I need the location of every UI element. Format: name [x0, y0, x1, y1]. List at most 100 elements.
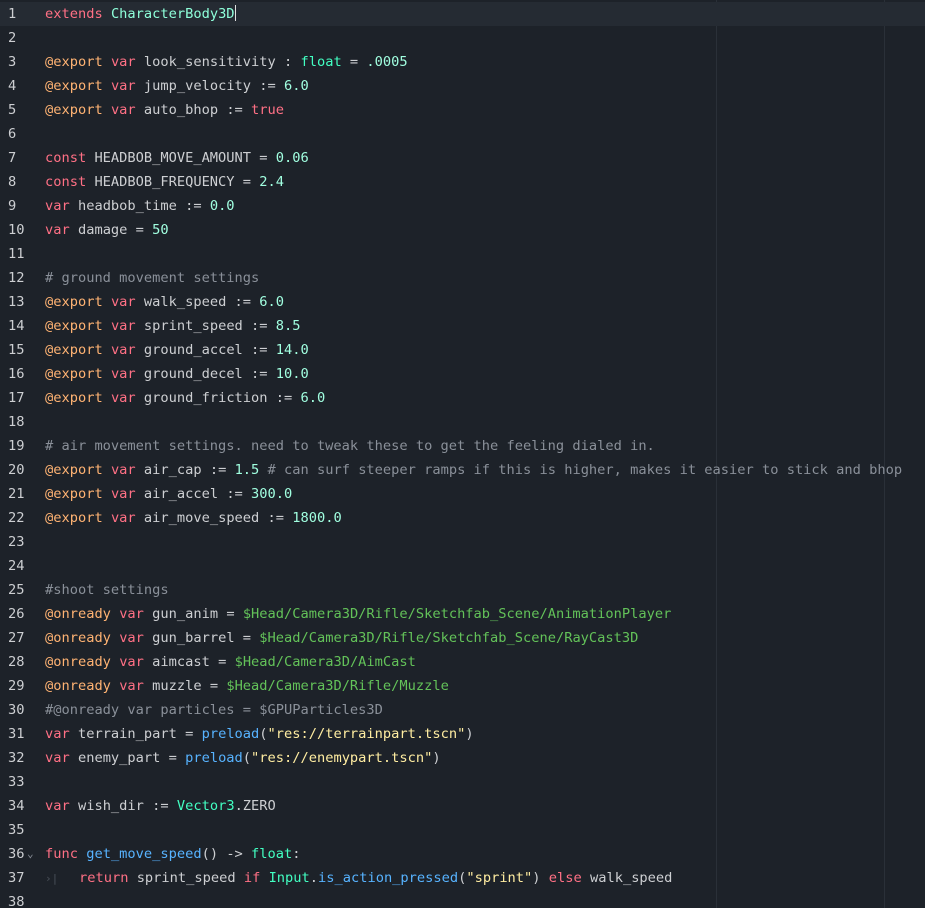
line-number[interactable]: 26 — [0, 602, 32, 626]
code-text[interactable]: @export var look_sensitivity : float = .… — [45, 50, 408, 74]
code-text[interactable]: var damage = 50 — [45, 218, 169, 242]
line-number[interactable]: 28 — [0, 650, 32, 674]
line-number[interactable]: 6 — [0, 122, 32, 146]
code-line[interactable]: 18 — [0, 410, 925, 434]
chevron-down-icon[interactable]: ⌄ — [27, 842, 39, 866]
code-text[interactable]: # air movement settings. need to tweak t… — [45, 434, 655, 458]
code-line[interactable]: 21 @export var air_accel := 300.0 — [0, 482, 925, 506]
line-number[interactable]: 7 — [0, 146, 32, 170]
code-line[interactable]: 24 — [0, 554, 925, 578]
code-text[interactable]: @onready var gun_barrel = $Head/Camera3D… — [45, 626, 638, 650]
line-number[interactable]: 12 — [0, 266, 32, 290]
code-line[interactable]: 7 const HEADBOB_MOVE_AMOUNT = 0.06 — [0, 146, 925, 170]
code-line[interactable]: 3 @export var look_sensitivity : float = … — [0, 50, 925, 74]
code-editor[interactable]: 1 extends CharacterBody3D 2 3 @export var lo… — [0, 0, 925, 908]
line-number[interactable]: 27 — [0, 626, 32, 650]
line-number[interactable]: 13 — [0, 290, 32, 314]
code-text[interactable]: @export var air_move_speed := 1800.0 — [45, 506, 342, 530]
code-text[interactable]: @onready var muzzle = $Head/Camera3D/Rif… — [45, 674, 449, 698]
code-line[interactable]: 20 @export var air_cap := 1.5 # can surf … — [0, 458, 925, 482]
line-number[interactable]: 32 — [0, 746, 32, 770]
code-line[interactable]: 37 ›| return sprint_speed if Input.is_acti… — [0, 866, 925, 890]
code-line[interactable]: 32 var enemy_part = preload("res://enemyp… — [0, 746, 925, 770]
line-number[interactable]: 25 — [0, 578, 32, 602]
line-number[interactable]: 8 — [0, 170, 32, 194]
code-text[interactable]: var terrain_part = preload("res://terrai… — [45, 722, 474, 746]
line-number[interactable]: 2 — [0, 26, 32, 50]
code-line[interactable]: 4 @export var jump_velocity := 6.0 — [0, 74, 925, 98]
code-text[interactable]: @export var ground_accel := 14.0 — [45, 338, 309, 362]
line-number[interactable]: 29 — [0, 674, 32, 698]
line-number[interactable]: 31 — [0, 722, 32, 746]
code-text[interactable]: var enemy_part = preload("res://enemypar… — [45, 746, 441, 770]
code-text[interactable]: const HEADBOB_MOVE_AMOUNT = 0.06 — [45, 146, 309, 170]
line-number[interactable]: 11 — [0, 242, 32, 266]
line-number[interactable]: 35 — [0, 818, 32, 842]
code-text[interactable]: @onready var aimcast = $Head/Camera3D/Ai… — [45, 650, 416, 674]
code-text[interactable]: var headbob_time := 0.0 — [45, 194, 235, 218]
code-text[interactable]: ›| return sprint_speed if Input.is_action… — [45, 866, 672, 891]
code-line[interactable]: 31 var terrain_part = preload("res://terr… — [0, 722, 925, 746]
code-text[interactable]: @export var ground_friction := 6.0 — [45, 386, 325, 410]
line-number[interactable]: 1 — [0, 2, 32, 26]
line-number[interactable]: 24 — [0, 554, 32, 578]
line-number[interactable]: 5 — [0, 98, 32, 122]
line-number[interactable]: 10 — [0, 218, 32, 242]
line-number[interactable]: 38 — [0, 890, 32, 908]
code-line[interactable]: 22 @export var air_move_speed := 1800.0 — [0, 506, 925, 530]
code-text[interactable]: #shoot settings — [45, 578, 169, 602]
line-number[interactable]: 23 — [0, 530, 32, 554]
code-line[interactable]: 12 # ground movement settings — [0, 266, 925, 290]
code-line[interactable]: 17 @export var ground_friction := 6.0 — [0, 386, 925, 410]
code-text[interactable]: @export var auto_bhop := true — [45, 98, 284, 122]
code-line[interactable]: 2 — [0, 26, 925, 50]
line-number[interactable]: 17 — [0, 386, 32, 410]
code-line[interactable]: 11 — [0, 242, 925, 266]
code-line[interactable]: 29 @onready var muzzle = $Head/Camera3D/R… — [0, 674, 925, 698]
code-lines[interactable]: 1 extends CharacterBody3D 2 3 @export var lo… — [0, 2, 925, 908]
code-line[interactable]: 27 @onready var gun_barrel = $Head/Camera… — [0, 626, 925, 650]
line-number[interactable]: 37 — [0, 866, 32, 890]
code-line[interactable]: 33 — [0, 770, 925, 794]
code-line[interactable]: 28 @onready var aimcast = $Head/Camera3D/… — [0, 650, 925, 674]
line-number[interactable]: 16 — [0, 362, 32, 386]
code-line[interactable]: 13 @export var walk_speed := 6.0 — [0, 290, 925, 314]
line-number[interactable]: 20 — [0, 458, 32, 482]
code-line[interactable]: 25 #shoot settings — [0, 578, 925, 602]
line-number[interactable]: 34 — [0, 794, 32, 818]
code-line[interactable]: 8 const HEADBOB_FREQUENCY = 2.4 — [0, 170, 925, 194]
code-line[interactable]: 35 — [0, 818, 925, 842]
code-text[interactable]: @export var ground_decel := 10.0 — [45, 362, 309, 386]
code-text[interactable]: @export var sprint_speed := 8.5 — [45, 314, 301, 338]
code-line[interactable]: 38 — [0, 890, 925, 908]
code-text[interactable]: #@onready var particles = $GPUParticles3… — [45, 698, 383, 722]
code-line[interactable]: 30 #@onready var particles = $GPUParticle… — [0, 698, 925, 722]
line-number[interactable]: 9 — [0, 194, 32, 218]
line-number[interactable]: 15 — [0, 338, 32, 362]
code-text[interactable]: func get_move_speed() -> float: — [45, 842, 301, 866]
code-line[interactable]: 36 ⌄ func get_move_speed() -> float: — [0, 842, 925, 866]
line-number[interactable]: 33 — [0, 770, 32, 794]
code-text[interactable]: var wish_dir := Vector3.ZERO — [45, 794, 276, 818]
code-line[interactable]: 23 — [0, 530, 925, 554]
code-line[interactable]: 19 # air movement settings. need to tweak… — [0, 434, 925, 458]
line-number[interactable]: 21 — [0, 482, 32, 506]
code-line[interactable]: 10 var damage = 50 — [0, 218, 925, 242]
code-line[interactable]: 14 @export var sprint_speed := 8.5 — [0, 314, 925, 338]
code-text[interactable]: @export var walk_speed := 6.0 — [45, 290, 284, 314]
code-text[interactable]: @export var air_accel := 300.0 — [45, 482, 292, 506]
line-number[interactable]: 30 — [0, 698, 32, 722]
code-text[interactable]: extends CharacterBody3D — [45, 2, 236, 26]
code-line[interactable]: 1 extends CharacterBody3D — [0, 2, 925, 26]
line-number[interactable]: 18 — [0, 410, 32, 434]
line-number[interactable]: 19 — [0, 434, 32, 458]
code-line[interactable]: 6 — [0, 122, 925, 146]
code-text[interactable]: @onready var gun_anim = $Head/Camera3D/R… — [45, 602, 671, 626]
code-line[interactable]: 5 @export var auto_bhop := true — [0, 98, 925, 122]
code-text[interactable]: @export var jump_velocity := 6.0 — [45, 74, 309, 98]
code-line[interactable]: 15 @export var ground_accel := 14.0 — [0, 338, 925, 362]
line-number[interactable]: 3 — [0, 50, 32, 74]
line-number[interactable]: 22 — [0, 506, 32, 530]
code-line[interactable]: 26 @onready var gun_anim = $Head/Camera3D… — [0, 602, 925, 626]
line-number[interactable]: 14 — [0, 314, 32, 338]
